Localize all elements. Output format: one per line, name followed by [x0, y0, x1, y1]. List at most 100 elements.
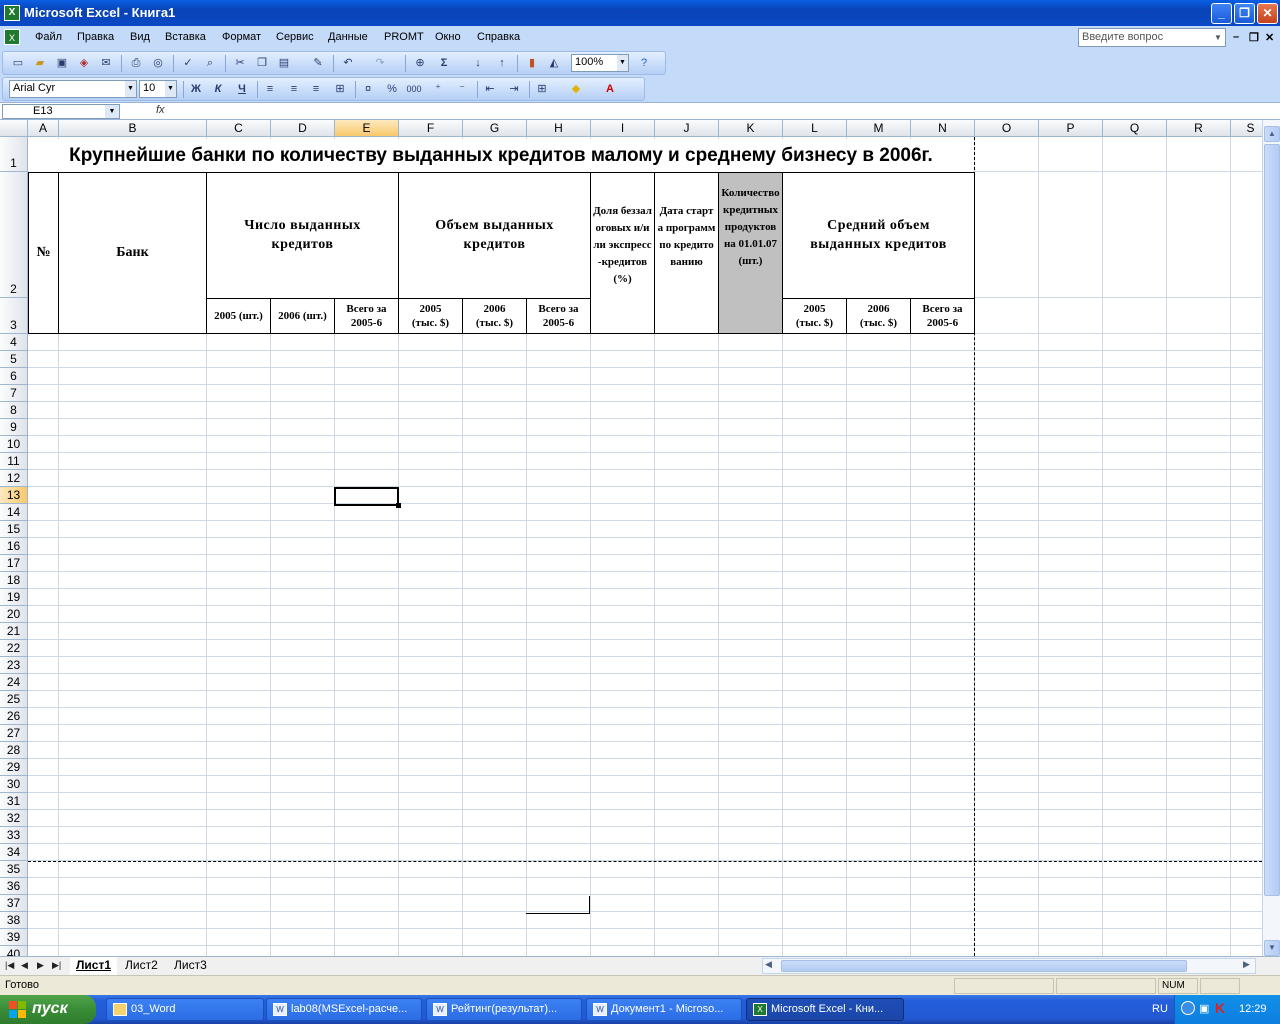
increase-decimal-icon[interactable]: ⁺: [429, 81, 447, 98]
chevron-down-icon[interactable]: ▼: [105, 105, 119, 118]
column-header[interactable]: D: [271, 120, 335, 137]
row-header[interactable]: 23: [0, 657, 28, 674]
row-header[interactable]: 40: [0, 946, 28, 956]
column-header[interactable]: J: [655, 120, 719, 137]
tray-expand-icon[interactable]: [1181, 1001, 1195, 1015]
row-header[interactable]: 12: [0, 470, 28, 487]
horizontal-scrollbar[interactable]: ◀ ▶: [762, 958, 1256, 974]
menu-promt[interactable]: PROMT: [384, 31, 424, 43]
menu-data[interactable]: Данные: [328, 31, 368, 43]
chevron-down-icon[interactable]: ▼: [1211, 29, 1225, 46]
chevron-down-icon[interactable]: ▼: [125, 81, 136, 97]
name-box[interactable]: E13 ▼: [2, 104, 120, 119]
row-header[interactable]: 28: [0, 742, 28, 759]
align-right-icon[interactable]: ≡: [307, 81, 325, 98]
insert-function-icon[interactable]: fx: [156, 104, 165, 116]
underline-button[interactable]: Ч: [233, 81, 251, 98]
worksheet-grid[interactable]: ABCDEFGHIJKLMNOPQRS 1 2 3 4 5 6 7 8 9 10 11 12 13 14 1…: [0, 120, 1262, 956]
column-header[interactable]: C: [207, 120, 271, 137]
scroll-down-icon[interactable]: ▼: [1264, 940, 1280, 956]
select-all-corner[interactable]: [0, 120, 28, 137]
fill-color-icon[interactable]: ◆: [567, 81, 585, 98]
column-header[interactable]: N: [911, 120, 975, 137]
excel-app-icon[interactable]: X: [4, 5, 20, 21]
sheet-tab-2[interactable]: Лист2: [119, 957, 164, 975]
antivirus-icon[interactable]: K: [1215, 1000, 1225, 1016]
horizontal-scroll-thumb[interactable]: [781, 960, 1187, 972]
row-header[interactable]: 3: [0, 298, 28, 334]
row-header[interactable]: 18: [0, 572, 28, 589]
column-header[interactable]: F: [399, 120, 463, 137]
row-header[interactable]: 29: [0, 759, 28, 776]
scroll-left-icon[interactable]: ◀: [765, 959, 772, 970]
copy-icon[interactable]: ❐: [253, 55, 271, 72]
spelling-icon[interactable]: ✓: [179, 55, 197, 72]
row-header[interactable]: 27: [0, 725, 28, 742]
task-word-folder[interactable]: 03_Word: [106, 998, 264, 1021]
doc-restore-button[interactable]: ❐: [1249, 31, 1259, 44]
cut-icon[interactable]: ✂: [231, 55, 249, 72]
language-indicator[interactable]: RU: [1152, 1003, 1168, 1015]
row-header[interactable]: 19: [0, 589, 28, 606]
column-header[interactable]: S: [1231, 120, 1262, 137]
sheet-tab-1[interactable]: Лист1: [70, 957, 118, 975]
decrease-indent-icon[interactable]: ⇤: [481, 81, 499, 98]
restore-button[interactable]: ❐: [1234, 3, 1255, 24]
menu-help[interactable]: Справка: [477, 31, 520, 43]
column-header[interactable]: L: [783, 120, 847, 137]
row-header[interactable]: 21: [0, 623, 28, 640]
autosum-icon[interactable]: Σ: [435, 55, 453, 72]
row-header[interactable]: 4: [0, 334, 28, 351]
menu-view[interactable]: Вид: [130, 31, 150, 43]
row-header[interactable]: 16: [0, 538, 28, 555]
column-header[interactable]: P: [1039, 120, 1103, 137]
paste-icon[interactable]: ▤: [275, 55, 293, 72]
row-header[interactable]: 25: [0, 691, 28, 708]
row-header[interactable]: 39: [0, 929, 28, 946]
scroll-up-icon[interactable]: ▲: [1264, 126, 1280, 142]
column-header[interactable]: K: [719, 120, 783, 137]
fill-handle[interactable]: [396, 503, 401, 508]
increase-indent-icon[interactable]: ⇥: [505, 81, 523, 98]
next-sheet-icon[interactable]: ▶: [37, 960, 44, 971]
print-icon[interactable]: ⎙: [127, 55, 145, 72]
menu-format[interactable]: Формат: [222, 31, 261, 43]
row-header[interactable]: 26: [0, 708, 28, 725]
bold-button[interactable]: Ж: [187, 81, 205, 98]
align-center-icon[interactable]: ≡: [285, 81, 303, 98]
sort-descending-icon[interactable]: ↑: [493, 55, 511, 72]
row-header[interactable]: 14: [0, 504, 28, 521]
help-icon[interactable]: ?: [635, 55, 653, 72]
currency-icon[interactable]: ¤: [359, 81, 377, 98]
row-header[interactable]: 5: [0, 351, 28, 368]
italic-button[interactable]: К: [209, 81, 227, 98]
font-color-icon[interactable]: A: [601, 81, 619, 98]
row-header[interactable]: 6: [0, 368, 28, 385]
network-icon[interactable]: ▣: [1199, 1002, 1209, 1015]
last-sheet-icon[interactable]: ▶|: [52, 960, 61, 971]
chevron-down-icon[interactable]: ▼: [617, 55, 628, 71]
task-lab08[interactable]: Wlab08(MSExcel-расче...: [266, 998, 422, 1021]
chevron-down-icon[interactable]: ▼: [165, 81, 176, 97]
font-name-combo[interactable]: Arial Cyr ▼: [9, 80, 137, 98]
row-header[interactable]: 1: [0, 137, 28, 172]
scroll-right-icon[interactable]: ▶: [1243, 959, 1250, 970]
close-button[interactable]: ✕: [1257, 3, 1278, 24]
row-header[interactable]: 33: [0, 827, 28, 844]
row-header[interactable]: 15: [0, 521, 28, 538]
menu-file[interactable]: Файл: [35, 31, 62, 43]
row-header[interactable]: 7: [0, 385, 28, 402]
hyperlink-icon[interactable]: ⊕: [411, 55, 429, 72]
active-cell[interactable]: [334, 487, 399, 506]
formula-input[interactable]: [175, 104, 1275, 119]
column-header[interactable]: A: [28, 120, 59, 137]
row-header[interactable]: 11: [0, 453, 28, 470]
row-header[interactable]: 9: [0, 419, 28, 436]
column-header[interactable]: Q: [1103, 120, 1167, 137]
task-rating[interactable]: W Рейтинг(результат)...: [426, 998, 582, 1021]
new-icon[interactable]: ▭: [9, 55, 27, 72]
borders-icon[interactable]: ⊞: [533, 81, 551, 98]
row-header[interactable]: 22: [0, 640, 28, 657]
row-header[interactable]: 8: [0, 402, 28, 419]
sheet-tab-3[interactable]: Лист3: [168, 957, 213, 975]
